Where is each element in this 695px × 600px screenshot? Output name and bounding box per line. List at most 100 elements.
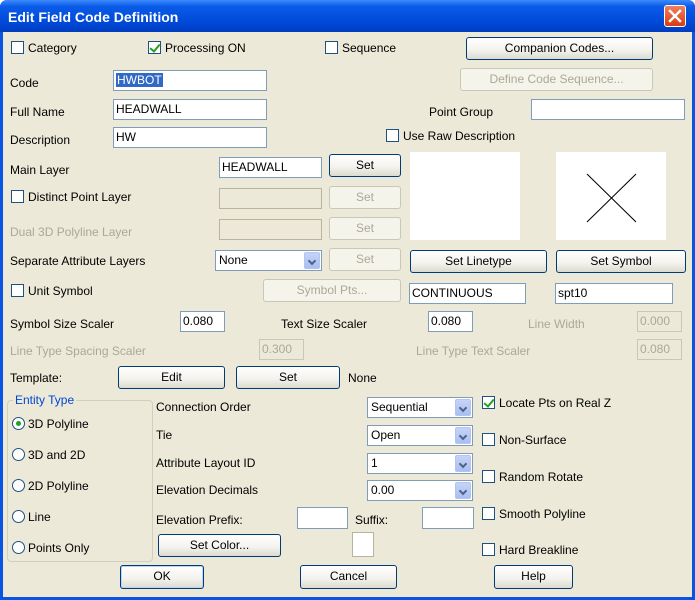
close-button[interactable] — [664, 5, 686, 27]
elevation-prefix-label: Elevation Prefix: — [156, 513, 243, 527]
distinct-point-layer-label: Distinct Point Layer — [28, 190, 132, 204]
set-color-button[interactable]: Set Color... — [158, 534, 281, 557]
dual-3d-polyline-layer-set-button: Set — [329, 217, 401, 240]
color-swatch — [352, 532, 374, 557]
hard-breakline-label: Hard Breakline — [499, 543, 579, 557]
entity-line-radio[interactable] — [12, 510, 25, 523]
line-type-text-scaler-input: 0.080 — [637, 339, 682, 360]
symbol-pts-button: Symbol Pts... — [263, 279, 401, 302]
linetype-input[interactable]: CONTINUOUS — [409, 283, 526, 304]
non-surface-label: Non-Surface — [499, 433, 567, 447]
entity-points-only-radio[interactable] — [12, 541, 25, 554]
distinct-point-layer-set-button: Set — [329, 186, 401, 209]
smooth-polyline-checkbox[interactable] — [482, 507, 495, 520]
attribute-layout-id-label: Attribute Layout ID — [156, 456, 256, 470]
chevron-down-icon[interactable] — [455, 455, 471, 472]
dual-3d-polyline-layer-input — [219, 219, 322, 240]
tie-select[interactable]: Open — [367, 425, 473, 446]
attribute-layout-id-value: 1 — [371, 456, 378, 470]
main-layer-input[interactable]: HEADWALL — [219, 157, 322, 178]
random-rotate-label: Random Rotate — [499, 470, 584, 484]
symbol-input[interactable]: spt10 — [555, 283, 673, 304]
text-size-scaler-input[interactable]: 0.080 — [428, 311, 473, 332]
separate-attribute-layers-label: Separate Attribute Layers — [10, 254, 146, 268]
dialog-client: Category Processing ON Sequence Companio… — [3, 32, 692, 597]
suffix-input[interactable] — [422, 507, 474, 529]
sequence-checkbox[interactable] — [325, 41, 338, 54]
point-group-input[interactable] — [531, 99, 685, 120]
cancel-button[interactable]: Cancel — [300, 565, 397, 589]
window-title: Edit Field Code Definition — [8, 9, 179, 25]
full-name-input[interactable]: HEADWALL — [113, 99, 267, 120]
sequence-label: Sequence — [342, 41, 397, 55]
entity-3d-polyline-label: 3D Polyline — [28, 417, 89, 431]
elevation-decimals-select[interactable]: 0.00 — [367, 480, 473, 501]
line-type-spacing-scaler-label: Line Type Spacing Scaler — [10, 344, 146, 358]
ok-button[interactable]: OK — [120, 565, 204, 589]
set-linetype-button[interactable]: Set Linetype — [410, 250, 547, 273]
attribute-layout-id-select[interactable]: 1 — [367, 453, 473, 474]
locate-pts-real-z-checkbox[interactable] — [482, 396, 495, 409]
processing-on-checkbox[interactable] — [148, 41, 161, 54]
separate-attribute-layers-select[interactable]: None — [215, 250, 322, 271]
line-width-input: 0.000 — [637, 311, 682, 332]
processing-on-label: Processing ON — [165, 41, 246, 55]
x-symbol-icon — [586, 173, 637, 223]
category-checkbox[interactable] — [11, 41, 24, 54]
template-edit-button[interactable]: Edit — [118, 366, 225, 389]
non-surface-checkbox[interactable] — [482, 433, 495, 446]
dual-3d-polyline-layer-label: Dual 3D Polyline Layer — [10, 225, 133, 239]
use-raw-description-checkbox[interactable] — [386, 129, 399, 142]
use-raw-description-label: Use Raw Description — [403, 129, 516, 143]
locate-pts-real-z-label: Locate Pts on Real Z — [499, 396, 612, 410]
description-input[interactable]: HW — [113, 127, 267, 148]
line-width-label: Line Width — [528, 317, 585, 331]
tie-label: Tie — [156, 428, 173, 442]
distinct-point-layer-input — [219, 188, 322, 209]
point-group-label: Point Group — [429, 105, 494, 119]
symbol-size-scaler-label: Symbol Size Scaler — [10, 317, 115, 331]
linetype-preview — [410, 152, 520, 240]
code-input[interactable]: HWBOT — [113, 70, 267, 91]
random-rotate-checkbox[interactable] — [482, 470, 495, 483]
connection-order-label: Connection Order — [156, 400, 251, 414]
separate-attribute-layers-value: None — [219, 253, 248, 267]
line-type-text-scaler-label: Line Type Text Scaler — [416, 344, 531, 358]
entity-3d-polyline-radio[interactable] — [12, 417, 25, 430]
template-label: Template: — [10, 371, 63, 385]
elevation-decimals-value: 0.00 — [371, 483, 395, 497]
connection-order-select[interactable]: Sequential — [367, 397, 473, 418]
main-layer-set-button[interactable]: Set — [329, 154, 401, 177]
entity-points-only-label: Points Only — [28, 541, 90, 555]
entity-2d-polyline-radio[interactable] — [12, 479, 25, 492]
title-bar[interactable]: Edit Field Code Definition — [0, 0, 695, 32]
distinct-point-layer-checkbox[interactable] — [11, 190, 24, 203]
entity-type-title: Entity Type — [13, 393, 77, 407]
help-button[interactable]: Help — [494, 565, 573, 589]
hard-breakline-checkbox[interactable] — [482, 543, 495, 556]
smooth-polyline-label: Smooth Polyline — [499, 507, 586, 521]
category-label: Category — [28, 41, 77, 55]
entity-3d-and-2d-radio[interactable] — [12, 448, 25, 461]
template-set-button[interactable]: Set — [236, 366, 340, 389]
symbol-size-scaler-input[interactable]: 0.080 — [180, 311, 225, 332]
entity-2d-polyline-label: 2D Polyline — [28, 479, 89, 493]
unit-symbol-checkbox[interactable] — [11, 284, 24, 297]
define-code-sequence-button: Define Code Sequence... — [460, 68, 653, 91]
close-icon — [668, 9, 682, 23]
elevation-prefix-input[interactable] — [297, 507, 348, 529]
suffix-label: Suffix: — [355, 513, 389, 527]
set-symbol-button[interactable]: Set Symbol — [556, 250, 686, 273]
symbol-preview — [556, 152, 666, 240]
chevron-down-icon[interactable] — [455, 399, 471, 416]
template-value: None — [348, 371, 377, 385]
dialog-window: Edit Field Code Definition Category Proc… — [0, 0, 695, 600]
unit-symbol-label: Unit Symbol — [28, 284, 93, 298]
description-label: Description — [10, 133, 71, 147]
chevron-down-icon[interactable] — [304, 252, 320, 269]
chevron-down-icon[interactable] — [455, 482, 471, 499]
code-value: HWBOT — [116, 73, 163, 87]
text-size-scaler-label: Text Size Scaler — [281, 317, 368, 331]
companion-codes-button[interactable]: Companion Codes... — [466, 37, 653, 60]
chevron-down-icon[interactable] — [455, 427, 471, 444]
